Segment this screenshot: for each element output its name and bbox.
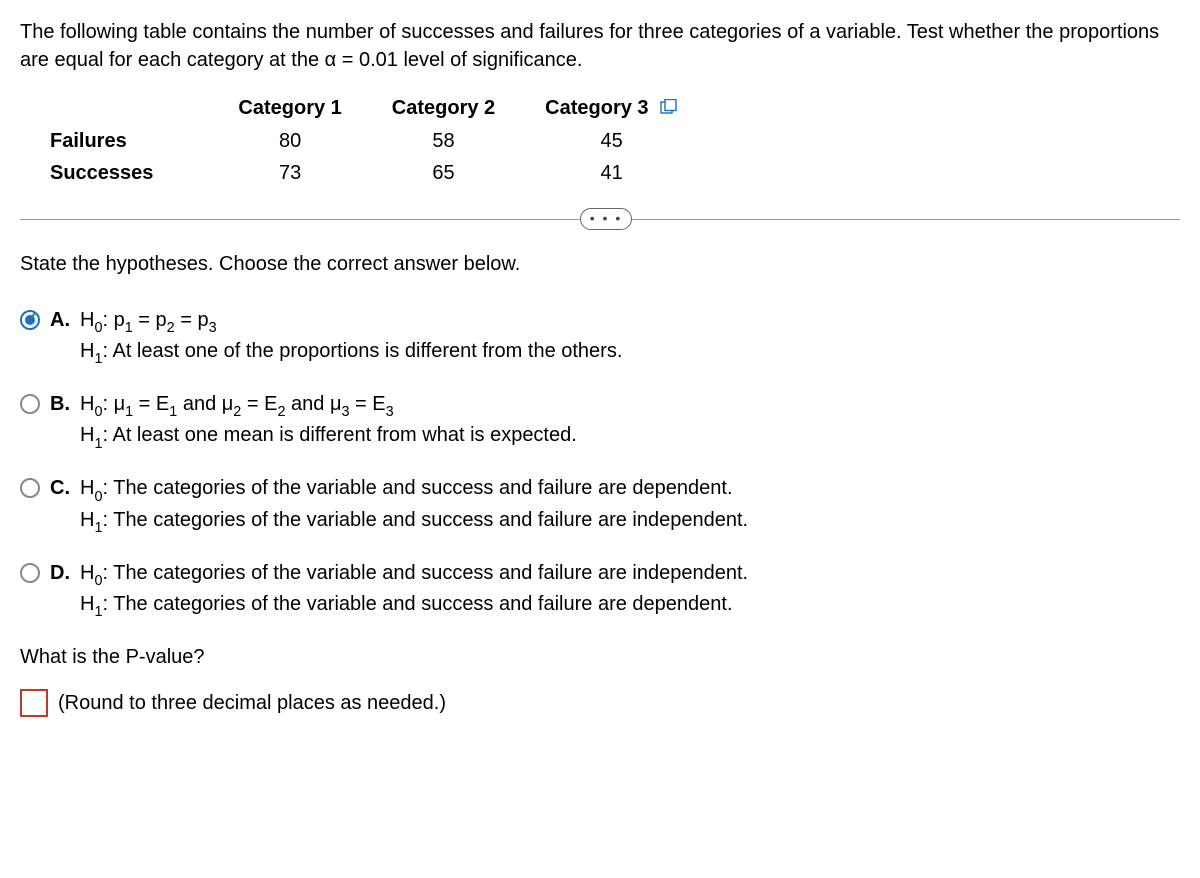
pvalue-question: What is the P-value?: [20, 643, 1180, 671]
table-header-cat2: Category 2: [367, 92, 520, 125]
cell-successes-cat1: 73: [213, 157, 366, 189]
pvalue-input[interactable]: [20, 689, 48, 717]
option-a-body: H0: p1 = p2 = p3 H1: At least one of the…: [80, 306, 1180, 368]
option-c: C. H0: The categories of the variable an…: [20, 474, 1180, 536]
cell-failures-cat1: 80: [213, 125, 366, 157]
table-header-blank: [50, 92, 213, 125]
option-b-body: H0: μ1 = E1 and μ2 = E2 and μ3 = E3 H1: …: [80, 390, 1180, 452]
pvalue-hint: (Round to three decimal places as needed…: [58, 689, 446, 717]
table-header-cat1: Category 1: [213, 92, 366, 125]
cell-failures-cat3: 45: [520, 125, 703, 157]
section-divider: • • •: [20, 219, 1180, 220]
option-b: B. H0: μ1 = E1 and μ2 = E2 and μ3 = E3 H…: [20, 390, 1180, 452]
cell-failures-cat2: 58: [367, 125, 520, 157]
cell-successes-cat3: 41: [520, 157, 703, 189]
options-group: ✓ A. H0: p1 = p2 = p3 H1: At least one o…: [20, 306, 1180, 621]
radio-a[interactable]: ✓: [20, 310, 40, 330]
popout-icon[interactable]: [660, 95, 678, 123]
option-b-letter: B.: [50, 390, 80, 418]
pvalue-answer-row: (Round to three decimal places as needed…: [20, 689, 1180, 717]
expand-button[interactable]: • • •: [580, 208, 632, 230]
radio-d[interactable]: [20, 563, 40, 583]
hypothesis-prompt: State the hypotheses. Choose the correct…: [20, 250, 1180, 278]
option-c-body: H0: The categories of the variable and s…: [80, 474, 1180, 536]
option-a-letter: A.: [50, 306, 80, 334]
option-d: D. H0: The categories of the variable an…: [20, 559, 1180, 621]
correct-check-icon: ✓: [24, 306, 39, 331]
table-header-cat3: Category 3: [520, 92, 703, 125]
option-d-letter: D.: [50, 559, 80, 587]
radio-c[interactable]: [20, 478, 40, 498]
option-c-letter: C.: [50, 474, 80, 502]
data-table: Category 1 Category 2 Category 3 Failure…: [50, 92, 703, 189]
radio-b[interactable]: [20, 394, 40, 414]
option-a: ✓ A. H0: p1 = p2 = p3 H1: At least one o…: [20, 306, 1180, 368]
cell-successes-cat2: 65: [367, 157, 520, 189]
row-failures-label: Failures: [50, 125, 213, 157]
row-successes-label: Successes: [50, 157, 213, 189]
question-intro: The following table contains the number …: [20, 18, 1180, 74]
option-d-body: H0: The categories of the variable and s…: [80, 559, 1180, 621]
